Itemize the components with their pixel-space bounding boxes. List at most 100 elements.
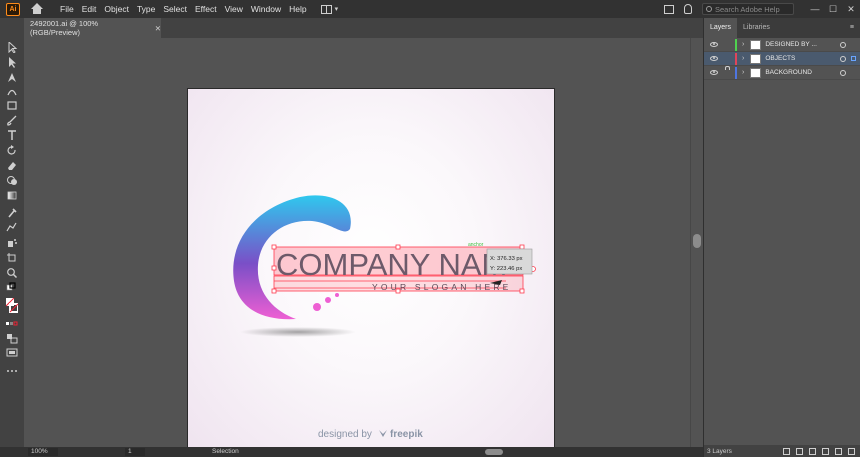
- slogan-text[interactable]: YOUR SLOGAN HERE: [372, 282, 512, 292]
- logo-artwork[interactable]: COMPANY NAM YOUR SLOGAN HERE anchor X: 3…: [188, 89, 556, 447]
- close-window-button[interactable]: ✕: [842, 4, 860, 15]
- lock-toggle[interactable]: [723, 69, 733, 76]
- artboard-tool-icon[interactable]: [6, 252, 18, 263]
- horizontal-scroll-thumb[interactable]: [485, 449, 503, 455]
- paintbrush-tool-icon[interactable]: [6, 115, 18, 126]
- handle-bottom-left[interactable]: [271, 288, 277, 294]
- handle-top-right[interactable]: [519, 244, 525, 250]
- artboard-number-field[interactable]: 1: [125, 448, 145, 456]
- handle-top-center[interactable]: [395, 244, 401, 250]
- gradient-tool-icon[interactable]: [6, 190, 18, 201]
- menu-object[interactable]: Object: [100, 0, 133, 18]
- menu-view[interactable]: View: [221, 0, 247, 18]
- document-tab-bar: 2492001.ai @ 100% (RGB/Preview) ✕: [24, 18, 703, 38]
- color-mode-icons[interactable]: [6, 319, 18, 330]
- curvature-tool-icon[interactable]: [6, 86, 18, 97]
- handle-bottom-center[interactable]: [395, 288, 401, 294]
- close-tab-icon[interactable]: ✕: [155, 24, 161, 33]
- minimize-button[interactable]: —: [806, 4, 824, 14]
- logo-dot-medium: [325, 297, 331, 303]
- watermark-brand: freepik: [390, 429, 423, 440]
- maximize-button[interactable]: ☐: [824, 4, 842, 15]
- expand-chevron-icon[interactable]: ›: [742, 55, 744, 62]
- lightbulb-icon[interactable]: [684, 4, 692, 14]
- menu-file[interactable]: File: [56, 0, 78, 18]
- visibility-eye-icon[interactable]: [710, 42, 718, 47]
- locate-object-icon[interactable]: [796, 447, 803, 455]
- artboard[interactable]: COMPANY NAM YOUR SLOGAN HERE anchor X: 3…: [187, 88, 555, 447]
- more-tools-icon[interactable]: [6, 365, 18, 376]
- document-tab[interactable]: 2492001.ai @ 100% (RGB/Preview) ✕: [24, 18, 161, 38]
- layer-name[interactable]: BACKGROUND: [765, 69, 812, 76]
- fill-stroke-defaults-icon[interactable]: [6, 282, 18, 293]
- current-tool-label[interactable]: Selection: [212, 447, 239, 457]
- selection-tool-icon[interactable]: [6, 40, 18, 54]
- new-sublayer-icon[interactable]: [822, 447, 829, 455]
- layer-target-icon[interactable]: [840, 70, 846, 76]
- layer-thumbnail: [750, 39, 762, 50]
- direct-selection-tool-icon[interactable]: [6, 57, 18, 68]
- footer-icons: [783, 447, 860, 455]
- clipping-mask-icon[interactable]: [809, 447, 816, 455]
- panel-tabs: Layers Libraries ≡: [704, 18, 860, 38]
- panel-menu-icon[interactable]: ≡: [850, 18, 854, 38]
- eyedropper-tool-icon[interactable]: [6, 207, 18, 218]
- screen-mode-icon[interactable]: [6, 347, 18, 358]
- menu-select[interactable]: Select: [159, 0, 191, 18]
- vertical-scrollbar[interactable]: [690, 38, 703, 447]
- layer-target-icon[interactable]: [840, 56, 846, 62]
- menu-edit[interactable]: Edit: [78, 0, 101, 18]
- drawing-mode-icon[interactable]: [6, 333, 18, 344]
- help-search-input[interactable]: Search Adobe Help: [702, 3, 794, 15]
- home-icon[interactable]: [30, 2, 44, 16]
- menu-type[interactable]: Type: [133, 0, 159, 18]
- fill-stroke-swatch-icon[interactable]: [5, 297, 19, 314]
- layer-name[interactable]: OBJECTS: [765, 55, 795, 62]
- search-icon: [706, 6, 712, 12]
- menu-effect[interactable]: Effect: [191, 0, 221, 18]
- blend-tool-icon[interactable]: [6, 222, 18, 233]
- rectangle-tool-icon[interactable]: [6, 100, 18, 111]
- pen-tool-icon[interactable]: [6, 72, 18, 83]
- selected-art-indicator[interactable]: [851, 56, 856, 61]
- handle-bottom-right[interactable]: [519, 288, 525, 294]
- zoom-tool-icon[interactable]: [6, 267, 18, 279]
- layer-row-objects[interactable]: › OBJECTS: [704, 52, 860, 66]
- expand-chevron-icon[interactable]: ›: [742, 69, 744, 76]
- expand-chevron-icon[interactable]: ›: [742, 41, 744, 48]
- shape-builder-tool-icon[interactable]: [6, 175, 18, 186]
- tabbar-corner: [0, 18, 24, 38]
- layer-row-designed-by[interactable]: › DESIGNED BY ...: [704, 38, 860, 52]
- search-placeholder: Search Adobe Help: [715, 4, 780, 14]
- freepik-logo-icon: [379, 430, 387, 437]
- layers-panel-footer: 3 Layers: [704, 445, 860, 457]
- layer-row-background[interactable]: › BACKGROUND: [704, 66, 860, 80]
- arrange-documents-icon[interactable]: [320, 4, 332, 14]
- eraser-tool-icon[interactable]: [6, 160, 18, 171]
- tab-layers[interactable]: Layers: [704, 18, 738, 38]
- delete-layer-icon[interactable]: [848, 447, 855, 455]
- handle-top-left[interactable]: [271, 244, 277, 250]
- new-layer-icon[interactable]: [835, 447, 842, 455]
- visibility-eye-icon[interactable]: [710, 70, 718, 75]
- company-name-text[interactable]: COMPANY NAM: [276, 247, 507, 282]
- chevron-down-icon[interactable]: ▾: [335, 5, 339, 13]
- illustrator-window: Ai File Edit Object Type Select Effect V…: [0, 0, 860, 457]
- type-tool-icon[interactable]: [6, 130, 18, 141]
- vertical-scroll-thumb[interactable]: [693, 234, 701, 248]
- layer-target-icon[interactable]: [840, 42, 846, 48]
- layer-thumbnail: [750, 53, 762, 64]
- layer-name[interactable]: DESIGNED BY ...: [765, 41, 817, 48]
- zoom-level-field[interactable]: 100%: [28, 448, 58, 456]
- canvas-area[interactable]: COMPANY NAM YOUR SLOGAN HERE anchor X: 3…: [24, 38, 690, 447]
- symbol-sprayer-tool-icon[interactable]: [6, 237, 18, 248]
- smart-guide-label: anchor: [468, 242, 484, 248]
- menu-help[interactable]: Help: [285, 0, 310, 18]
- rotate-tool-icon[interactable]: [6, 145, 18, 156]
- tab-libraries[interactable]: Libraries: [737, 18, 776, 38]
- export-icon[interactable]: [783, 447, 790, 455]
- visibility-eye-icon[interactable]: [710, 56, 718, 61]
- handle-middle-left[interactable]: [271, 265, 277, 271]
- workspace-panel-icon[interactable]: [664, 4, 674, 14]
- menu-window[interactable]: Window: [247, 0, 285, 18]
